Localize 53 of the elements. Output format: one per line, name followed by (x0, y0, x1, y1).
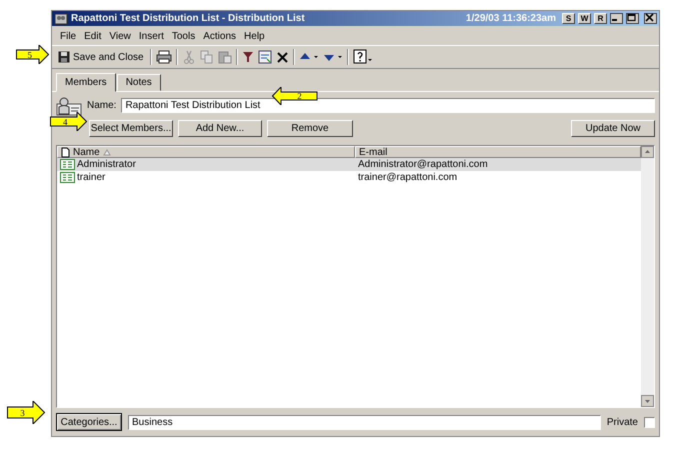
clock-text: 1/29/03 11:36:23am (466, 13, 556, 24)
callout-arrow (16, 45, 49, 64)
maximize-button[interactable] (626, 13, 639, 24)
name-field[interactable]: Rapattoni Test Distribution List (121, 98, 655, 113)
action-button[interactable]: Add New... (178, 120, 262, 137)
menu-item[interactable]: Actions (203, 30, 236, 42)
column-header[interactable]: E-mail (355, 146, 641, 158)
callout-arrow (50, 112, 87, 131)
tab[interactable]: Members (56, 73, 116, 92)
categories-field[interactable]: Business (128, 414, 601, 430)
update-now-button[interactable]: Update Now (571, 120, 655, 137)
window-title: Rapattoni Test Distribution List - Distribution List (71, 13, 306, 24)
callout-arrow (7, 401, 45, 424)
title-button[interactable]: S (562, 13, 575, 24)
name-label: Name: (87, 100, 116, 111)
help-icon[interactable] (352, 49, 373, 65)
categories-button[interactable]: Categories... (56, 413, 122, 431)
menu-item[interactable]: Edit (84, 30, 102, 42)
action-button[interactable]: Select Members... (89, 120, 173, 137)
column-header[interactable]: Name (57, 146, 355, 158)
distribution-list-icon (60, 172, 75, 183)
scroll-down-icon[interactable] (641, 395, 654, 407)
print-icon[interactable] (156, 50, 172, 64)
tab[interactable]: Notes (116, 74, 161, 91)
title-button[interactable]: R (594, 13, 607, 24)
callout-number: 4 (62, 116, 68, 128)
close-button[interactable] (644, 13, 657, 24)
save-and-close-button[interactable]: Save and Close (56, 51, 146, 63)
callout-number: 5 (28, 48, 32, 62)
distribution-list-icon (60, 159, 75, 170)
menu-item[interactable]: Insert (138, 30, 164, 42)
menu-item[interactable]: View (109, 30, 131, 42)
callout-arrow (272, 87, 318, 105)
menu-item[interactable]: File (60, 30, 76, 42)
menu-item[interactable]: Tools (172, 30, 196, 42)
address-book-icon[interactable] (258, 50, 272, 64)
window-icon (54, 12, 68, 24)
member-row[interactable]: Administrator Administrator@rapattoni.com (57, 158, 641, 171)
menu-item[interactable]: Help (244, 30, 265, 42)
scroll-up-icon[interactable] (641, 146, 654, 158)
member-row[interactable]: trainer trainer@rapattoni.com (57, 171, 641, 184)
contact-card-icon (56, 96, 82, 116)
delete-icon[interactable] (276, 50, 289, 64)
paste-icon[interactable] (218, 50, 232, 64)
private-checkbox[interactable] (644, 416, 655, 428)
scroll-bar[interactable] (641, 146, 654, 407)
filter-icon[interactable] (242, 50, 254, 64)
sort-arrow-icon (102, 148, 111, 156)
title-button[interactable]: W (578, 13, 591, 24)
private-label: Private (606, 416, 638, 428)
action-button[interactable]: Remove (267, 120, 353, 137)
callout-number: 3 (20, 406, 25, 420)
minimize-button[interactable] (610, 13, 623, 24)
